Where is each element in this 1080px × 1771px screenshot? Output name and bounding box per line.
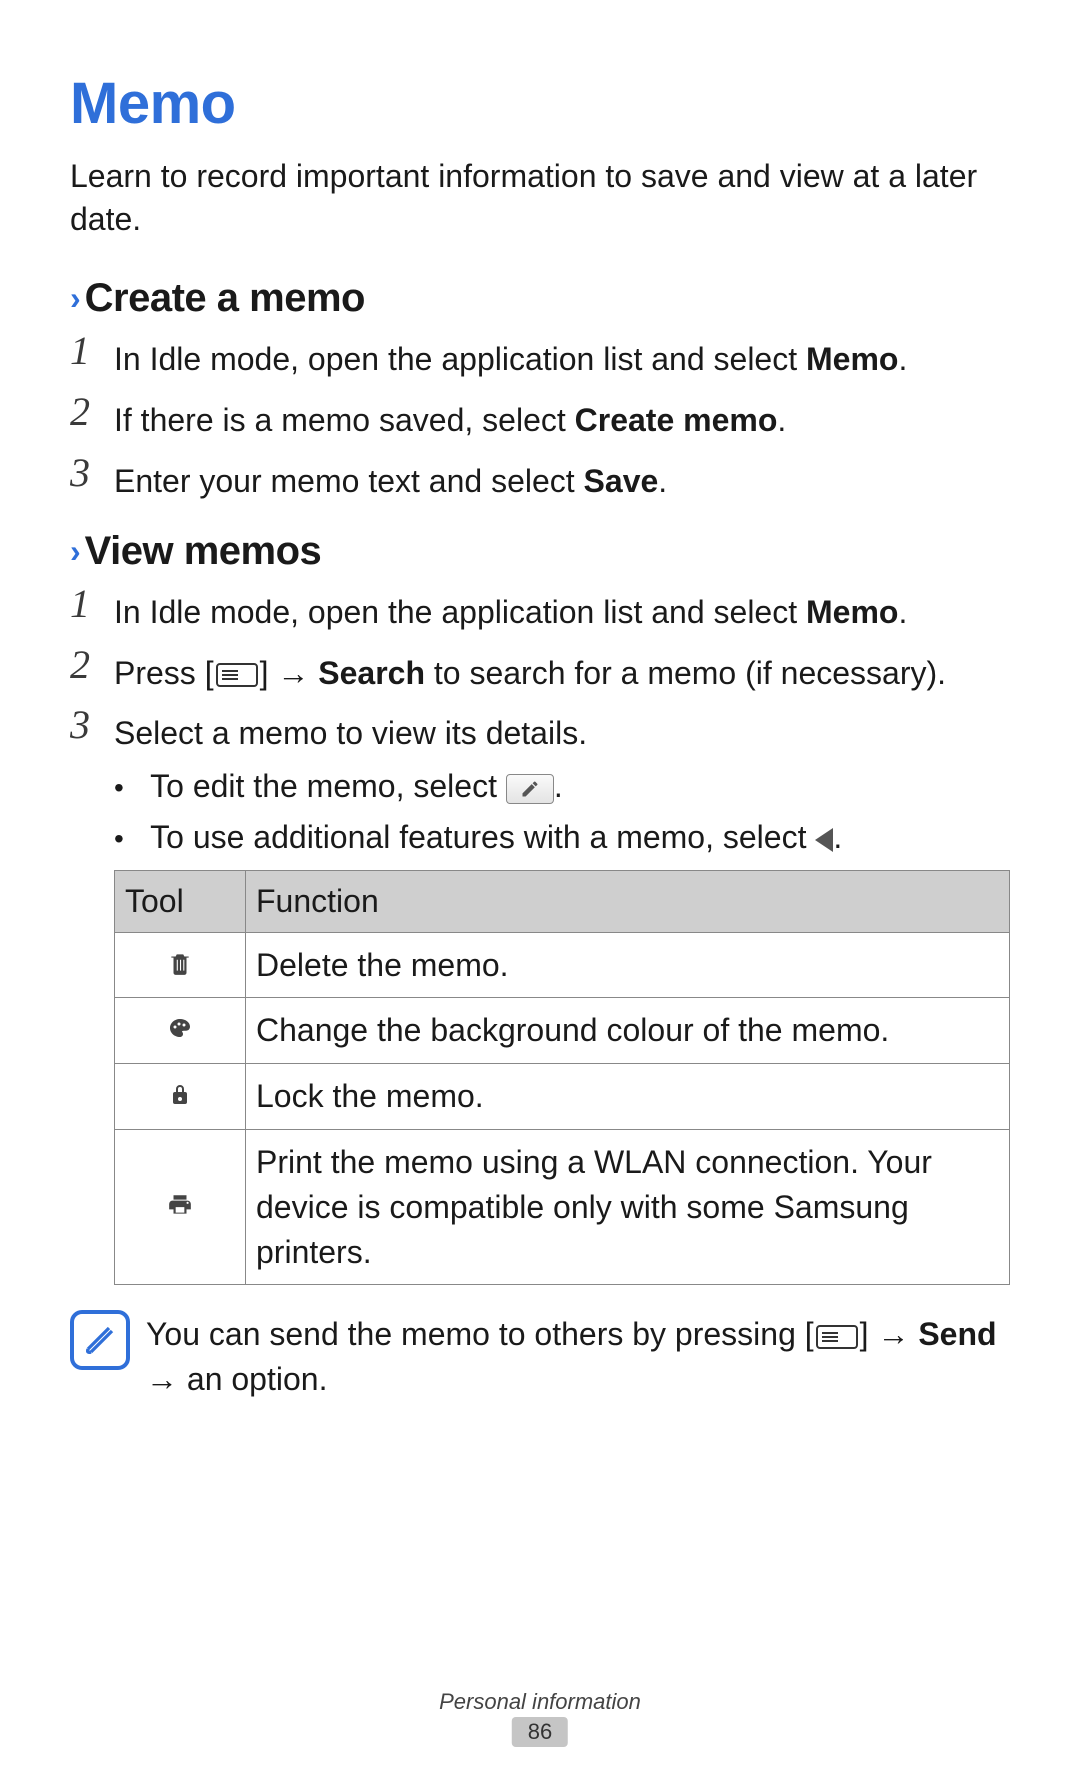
text: In Idle mode, open the application list … <box>114 341 806 377</box>
bold-text: Create memo <box>575 402 778 438</box>
create-memo-steps: 1 In Idle mode, open the application lis… <box>70 331 1010 503</box>
step-text: Select a memo to view its details. To ed… <box>114 705 1010 1285</box>
printer-icon <box>115 1129 246 1284</box>
bold-text: Search <box>318 655 425 691</box>
menu-key-icon <box>816 1325 858 1349</box>
footer-section-name: Personal information <box>0 1689 1080 1715</box>
text: Press [ <box>114 655 214 691</box>
sub-bullets: To edit the memo, select . To use additi… <box>114 764 1010 860</box>
table-row: Delete the memo. <box>115 932 1010 998</box>
table-cell: Lock the memo. <box>246 1064 1010 1130</box>
text: In Idle mode, open the application list … <box>114 594 806 630</box>
section-view-memos-title: View memos <box>85 529 322 574</box>
text: To use additional features with a memo, … <box>150 819 815 855</box>
bullet-item: To use additional features with a memo, … <box>114 815 1010 860</box>
table-cell: Print the memo using a WLAN connection. … <box>246 1129 1010 1284</box>
menu-key-icon <box>216 663 258 687</box>
trash-icon <box>115 932 246 998</box>
step-text: If there is a memo saved, select Create … <box>114 392 1010 443</box>
view-memos-steps: 1 In Idle mode, open the application lis… <box>70 584 1010 1286</box>
chevron-right-icon: › <box>70 280 81 317</box>
text: To edit the memo, select <box>150 768 506 804</box>
bold-text: Memo <box>806 341 898 377</box>
step-number: 2 <box>70 392 106 432</box>
text: You can send the memo to others by press… <box>146 1316 814 1352</box>
table-row: Change the background colour of the memo… <box>115 998 1010 1064</box>
step-text: In Idle mode, open the application list … <box>114 331 1010 382</box>
text: . <box>898 594 907 630</box>
step-number: 3 <box>70 705 106 745</box>
table-row: Lock the memo. <box>115 1064 1010 1130</box>
section-create-memo-heading: › Create a memo <box>70 276 1010 321</box>
page-title: Memo <box>70 70 1010 137</box>
note-info-icon <box>70 1310 130 1370</box>
manual-page: Memo Learn to record important informati… <box>0 0 1080 1771</box>
table-header-function: Function <box>246 870 1010 932</box>
edit-button-icon <box>506 774 554 804</box>
step-text: In Idle mode, open the application list … <box>114 584 1010 635</box>
section-create-memo-title: Create a memo <box>85 276 365 321</box>
note-text: You can send the memo to others by press… <box>146 1310 1010 1402</box>
step-number: 3 <box>70 453 106 493</box>
page-number: 86 <box>512 1717 568 1747</box>
text: If there is a memo saved, select <box>114 402 575 438</box>
step-text: Enter your memo text and select Save. <box>114 453 1010 504</box>
bold-text: Memo <box>806 594 898 630</box>
step-number: 2 <box>70 645 106 685</box>
text: ] → <box>260 655 319 691</box>
tool-function-table: Tool Function Delete the memo. <box>114 870 1010 1286</box>
step-item: 1 In Idle mode, open the application lis… <box>70 584 1010 635</box>
table-header-tool: Tool <box>115 870 246 932</box>
text: . <box>898 341 907 377</box>
palette-icon <box>115 998 246 1064</box>
text: . <box>777 402 786 438</box>
bold-text: Send <box>918 1316 996 1352</box>
triangle-left-icon <box>815 828 833 852</box>
step-item: 1 In Idle mode, open the application lis… <box>70 331 1010 382</box>
text: ] → <box>860 1316 919 1352</box>
lock-icon <box>115 1064 246 1130</box>
table-row: Print the memo using a WLAN connection. … <box>115 1129 1010 1284</box>
bold-text: Save <box>584 463 659 499</box>
text: to search for a memo (if necessary). <box>425 655 946 691</box>
table-cell: Change the background colour of the memo… <box>246 998 1010 1064</box>
step-number: 1 <box>70 584 106 624</box>
text: → an option. <box>146 1361 327 1397</box>
chevron-right-icon: › <box>70 533 81 570</box>
intro-paragraph: Learn to record important information to… <box>70 155 1010 241</box>
text: Enter your memo text and select <box>114 463 584 499</box>
step-item: 3 Select a memo to view its details. To … <box>70 705 1010 1285</box>
text: Select a memo to view its details. <box>114 715 587 751</box>
step-item: 2 If there is a memo saved, select Creat… <box>70 392 1010 443</box>
text: . <box>658 463 667 499</box>
bullet-item: To edit the memo, select . <box>114 764 1010 809</box>
step-item: 2 Press [ ] → Search to search for a memo… <box>70 645 1010 696</box>
step-number: 1 <box>70 331 106 371</box>
step-item: 3 Enter your memo text and select Save. <box>70 453 1010 504</box>
step-text: Press [ ] → Search to search for a memo (… <box>114 645 1010 696</box>
table-cell: Delete the memo. <box>246 932 1010 998</box>
section-view-memos-heading: › View memos <box>70 529 1010 574</box>
note-block: You can send the memo to others by press… <box>70 1310 1010 1402</box>
